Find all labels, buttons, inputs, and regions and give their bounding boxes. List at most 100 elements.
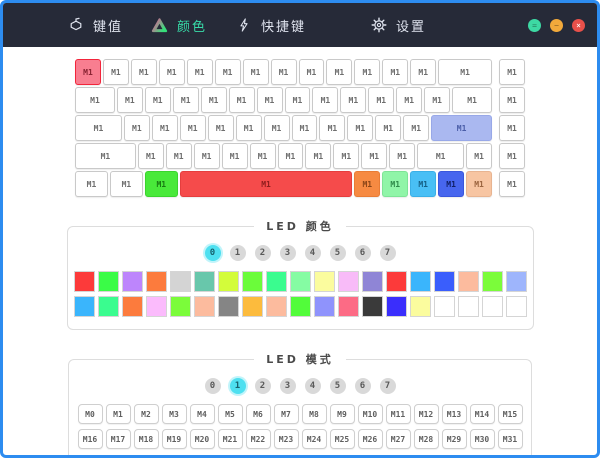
keyboard-key[interactable]: M1 <box>103 59 129 85</box>
channel-0-button[interactable]: 0 <box>205 245 221 261</box>
channel-7-button[interactable]: 7 <box>380 378 396 394</box>
keyboard-key[interactable]: M1 <box>354 171 380 197</box>
keyboard-key[interactable]: M1 <box>173 87 199 113</box>
keyboard-key[interactable]: M1 <box>438 171 464 197</box>
keyboard-key[interactable]: M1 <box>499 59 525 85</box>
keyboard-key[interactable]: M1 <box>361 143 387 169</box>
channel-1-button[interactable]: 1 <box>230 378 246 394</box>
keyboard-key[interactable]: M1 <box>424 87 450 113</box>
led-mode-button-m11[interactable]: M11 <box>386 404 411 424</box>
keyboard-key[interactable]: M1 <box>243 59 269 85</box>
led-color-swatch[interactable] <box>314 296 335 317</box>
channel-1-button[interactable]: 1 <box>230 245 246 261</box>
keyboard-key[interactable]: M1 <box>264 115 290 141</box>
led-color-swatch[interactable] <box>290 271 311 292</box>
led-mode-button-m6[interactable]: M6 <box>246 404 271 424</box>
keyboard-key[interactable]: M1 <box>382 59 408 85</box>
keyboard-key[interactable]: M1 <box>438 59 492 85</box>
led-mode-button-m9[interactable]: M9 <box>330 404 355 424</box>
led-color-swatch[interactable] <box>146 271 167 292</box>
keyboard-key[interactable]: M1 <box>319 115 345 141</box>
keyboard-key[interactable]: M1 <box>375 115 401 141</box>
led-color-swatch[interactable] <box>290 296 311 317</box>
channel-4-button[interactable]: 4 <box>305 378 321 394</box>
led-color-swatch[interactable] <box>482 296 503 317</box>
led-color-swatch[interactable] <box>458 271 479 292</box>
led-mode-button-m1[interactable]: M1 <box>106 404 131 424</box>
tab-settings[interactable]: 设置 <box>370 16 426 35</box>
led-mode-button-m13[interactable]: M13 <box>442 404 467 424</box>
keyboard-key[interactable]: M1 <box>326 59 352 85</box>
led-mode-button-m5[interactable]: M5 <box>218 404 243 424</box>
channel-5-button[interactable]: 5 <box>330 245 346 261</box>
led-mode-button-m30[interactable]: M30 <box>470 429 495 449</box>
led-mode-button-m0[interactable]: M0 <box>78 404 103 424</box>
keyboard-key[interactable]: M1 <box>354 59 380 85</box>
led-color-swatch[interactable] <box>386 296 407 317</box>
led-color-swatch[interactable] <box>506 296 527 317</box>
led-mode-button-m10[interactable]: M10 <box>358 404 383 424</box>
led-mode-button-m18[interactable]: M18 <box>134 429 159 449</box>
led-color-swatch[interactable] <box>170 271 191 292</box>
led-mode-button-m26[interactable]: M26 <box>358 429 383 449</box>
channel-7-button[interactable]: 7 <box>380 245 396 261</box>
led-mode-button-m4[interactable]: M4 <box>190 404 215 424</box>
led-mode-button-m21[interactable]: M21 <box>218 429 243 449</box>
tab-keyvalue[interactable]: 键值 <box>67 16 123 35</box>
keyboard-key[interactable]: M1 <box>166 143 192 169</box>
keyboard-key[interactable]: M1 <box>152 115 178 141</box>
keyboard-key[interactable]: M1 <box>278 143 304 169</box>
keyboard-key[interactable]: M1 <box>145 171 178 197</box>
keyboard-key[interactable]: M1 <box>145 87 171 113</box>
keyboard-key[interactable]: M1 <box>312 87 338 113</box>
led-mode-button-m7[interactable]: M7 <box>274 404 299 424</box>
keyboard-key[interactable]: M1 <box>452 87 492 113</box>
keyboard-key[interactable]: M1 <box>75 115 122 141</box>
led-mode-button-m31[interactable]: M31 <box>498 429 523 449</box>
led-mode-button-m15[interactable]: M15 <box>498 404 523 424</box>
led-mode-button-m28[interactable]: M28 <box>414 429 439 449</box>
led-color-swatch[interactable] <box>74 296 95 317</box>
led-color-swatch[interactable] <box>434 296 455 317</box>
led-color-swatch[interactable] <box>242 271 263 292</box>
keyboard-key[interactable]: M1 <box>333 143 359 169</box>
led-color-swatch[interactable] <box>122 296 143 317</box>
keyboard-key[interactable]: M1 <box>340 87 366 113</box>
led-mode-button-m20[interactable]: M20 <box>190 429 215 449</box>
keyboard-key[interactable]: M1 <box>396 87 422 113</box>
led-color-swatch[interactable] <box>266 296 287 317</box>
window-pin-button[interactable]: = <box>528 19 541 32</box>
led-color-swatch[interactable] <box>362 296 383 317</box>
led-mode-button-m2[interactable]: M2 <box>134 404 159 424</box>
led-color-swatch[interactable] <box>146 296 167 317</box>
led-color-swatch[interactable] <box>458 296 479 317</box>
tab-shortcuts[interactable]: 快捷键 <box>235 16 306 35</box>
led-color-swatch[interactable] <box>218 271 239 292</box>
keyboard-key[interactable]: M1 <box>466 143 492 169</box>
tab-color[interactable]: 颜色 <box>151 16 207 35</box>
channel-3-button[interactable]: 3 <box>280 378 296 394</box>
led-color-swatch[interactable] <box>98 271 119 292</box>
keyboard-key[interactable]: M1 <box>347 115 373 141</box>
led-mode-button-m24[interactable]: M24 <box>302 429 327 449</box>
channel-0-button[interactable]: 0 <box>205 378 221 394</box>
channel-2-button[interactable]: 2 <box>255 378 271 394</box>
window-close-button[interactable]: × <box>572 19 585 32</box>
led-color-swatch[interactable] <box>314 271 335 292</box>
led-mode-button-m23[interactable]: M23 <box>274 429 299 449</box>
led-color-swatch[interactable] <box>194 296 215 317</box>
keyboard-key[interactable]: M1 <box>466 171 492 197</box>
keyboard-key[interactable]: M1 <box>236 115 262 141</box>
led-color-swatch[interactable] <box>170 296 191 317</box>
keyboard-key[interactable]: M1 <box>75 87 115 113</box>
keyboard-key[interactable]: M1 <box>285 87 311 113</box>
keyboard-key[interactable]: M1 <box>138 143 164 169</box>
led-mode-button-m3[interactable]: M3 <box>162 404 187 424</box>
led-mode-button-m8[interactable]: M8 <box>302 404 327 424</box>
keyboard-key[interactable]: M1 <box>75 171 108 197</box>
led-mode-button-m19[interactable]: M19 <box>162 429 187 449</box>
channel-4-button[interactable]: 4 <box>305 245 321 261</box>
led-color-swatch[interactable] <box>74 271 95 292</box>
window-minimize-button[interactable]: − <box>550 19 563 32</box>
keyboard-key[interactable]: M1 <box>499 115 525 141</box>
